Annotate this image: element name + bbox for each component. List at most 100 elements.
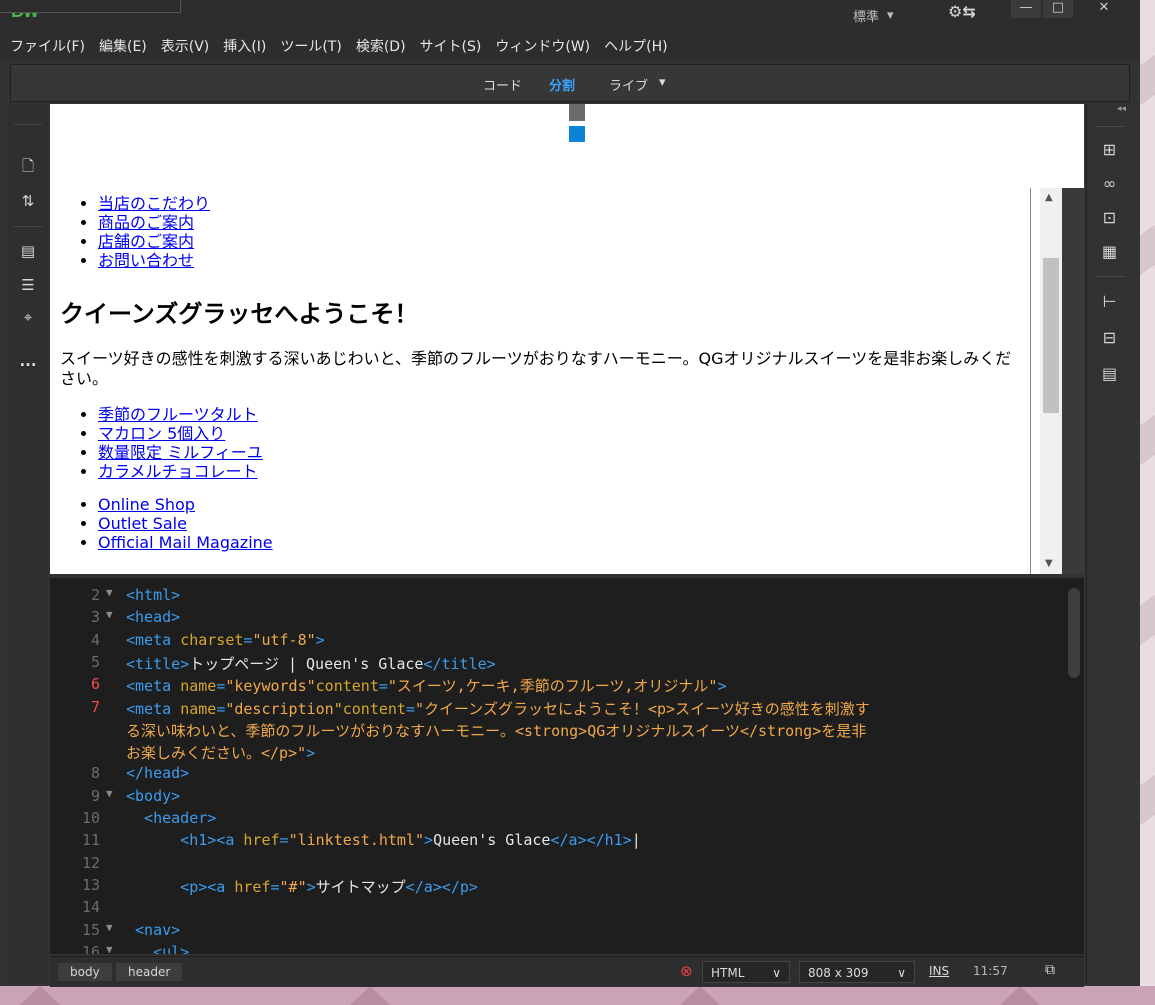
- code-token: </head>: [126, 764, 190, 783]
- code-line[interactable]: 14: [50, 898, 1060, 920]
- window-size-select[interactable]: 808 x 309 ∨: [799, 961, 915, 983]
- list-item[interactable]: 数量限定 ミルフィーユ: [98, 443, 1030, 462]
- live-dropdown-icon[interactable]: ▾: [659, 75, 666, 90]
- preview-icon[interactable]: ⧉: [1045, 962, 1055, 978]
- list-item[interactable]: マカロン 5個入り: [98, 424, 1030, 443]
- code-token: </a></h1>: [550, 831, 632, 850]
- sync-settings-icon[interactable]: ⚙⇆: [948, 2, 976, 21]
- menu-window[interactable]: ウィンドウ(W): [495, 36, 590, 56]
- list-item[interactable]: Online Shop: [98, 495, 1030, 514]
- code-line[interactable]: 9 ▼ <body>: [50, 787, 1060, 809]
- code-line[interactable]: お楽しみください。</p>">: [50, 742, 1060, 764]
- code-line[interactable]: 11 <h1><a href="linktest.html">Queen's G…: [50, 831, 1060, 853]
- code-view-pane[interactable]: 2 ▼ <html> 3 ▼ <head> 4 <meta charset="utf-8"> 5…: [50, 578, 1084, 954]
- scroll-down-icon[interactable]: ▼: [1045, 558, 1053, 569]
- code-line[interactable]: 7 <meta name="description"content="クイーンズグ…: [50, 698, 1060, 720]
- list-item[interactable]: Official Mail Magazine: [98, 533, 1030, 552]
- list-item[interactable]: 季節のフルーツタルト: [98, 405, 1030, 424]
- menu-tools[interactable]: ツール(T): [280, 36, 341, 56]
- code-line[interactable]: 3 ▼ <head>: [50, 608, 1060, 630]
- sort-icon[interactable]: ⇅: [8, 192, 48, 210]
- code-token: content: [342, 699, 406, 718]
- element-handle[interactable]: [569, 104, 585, 121]
- error-icon[interactable]: ⊗: [680, 962, 693, 980]
- code-line[interactable]: 5 <title>トップページ | Queen's Glace</title>: [50, 653, 1060, 675]
- menu-insert[interactable]: 挿入(I): [223, 36, 266, 56]
- insert-mode[interactable]: INS: [929, 964, 949, 978]
- product-list: 季節のフルーツタルト マカロン 5個入り 数量限定 ミルフィーユ カラメルチョコ…: [50, 405, 1030, 481]
- live-view-gutter: [1062, 188, 1084, 574]
- code-line[interactable]: 8 </head>: [50, 764, 1060, 786]
- collapse-icon[interactable]: ◂◂: [1087, 104, 1132, 114]
- code-line[interactable]: 6 <meta name="keywords"content="スイーツ,ケーキ,…: [50, 675, 1060, 697]
- code-line[interactable]: 10 <header>: [50, 809, 1060, 831]
- code-text: </head>: [126, 764, 189, 782]
- breadcrumb-header[interactable]: header: [116, 963, 183, 981]
- menu-help[interactable]: ヘルプ(H): [604, 36, 667, 56]
- code-line[interactable]: 4 <meta charset="utf-8">: [50, 631, 1060, 653]
- fold-toggle-icon[interactable]: ▼: [106, 586, 113, 599]
- line-number: 14: [81, 898, 100, 917]
- code-token: >: [306, 744, 316, 763]
- fold-toggle-icon[interactable]: ▼: [106, 921, 113, 934]
- workspace-label: 標準: [853, 9, 880, 25]
- code-line[interactable]: 15 ▼ <nav>: [50, 921, 1060, 943]
- breadcrumb-body[interactable]: body: [58, 963, 112, 981]
- desktop-pattern: [1140, 224, 1155, 276]
- element-handle-selected[interactable]: [569, 126, 585, 142]
- creative-cloud-icon[interactable]: ∞: [1087, 174, 1132, 193]
- code-line[interactable]: 2 ▼ <html>: [50, 586, 1060, 608]
- code-text: <html>: [126, 586, 180, 604]
- list-item[interactable]: 店舗のご案内: [98, 232, 1030, 251]
- menu-site[interactable]: サイト(S): [420, 36, 482, 56]
- list-item[interactable]: 商品のご案内: [98, 213, 1030, 232]
- menu-view[interactable]: 表示(V): [161, 36, 210, 56]
- split-view-button[interactable]: 分割: [549, 75, 575, 94]
- scrollbar-thumb[interactable]: [1043, 258, 1059, 413]
- sitemap-icon[interactable]: ⊞: [1087, 140, 1132, 159]
- menu-edit[interactable]: 編集(E): [99, 36, 147, 56]
- code-line[interactable]: 13 <p><a href="#">サイトマップ</a></p>: [50, 876, 1060, 898]
- code-token: href: [243, 831, 280, 850]
- code-text: る深い味わいと、季節のフルーツがおりなすハーモニー。<strong>QGオリジナ…: [126, 720, 866, 741]
- workspace-switcher[interactable]: 標準 ▾: [853, 3, 894, 27]
- css-designer-icon[interactable]: ▦: [1087, 242, 1132, 261]
- fold-toggle-icon[interactable]: ▼: [106, 608, 113, 621]
- list-item[interactable]: 当店のこだわり: [98, 194, 1030, 213]
- document-type-label: HTML: [711, 966, 745, 980]
- code-view-button[interactable]: コード: [483, 75, 522, 94]
- scroll-up-icon[interactable]: ▲: [1045, 192, 1053, 203]
- code-line[interactable]: る深い味わいと、季節のフルーツがおりなすハーモニー。<strong>QGオリジナ…: [50, 720, 1060, 742]
- code-token: "utf-8": [252, 630, 316, 649]
- fold-toggle-icon[interactable]: ▼: [106, 787, 113, 800]
- menu-file[interactable]: ファイル(F): [10, 36, 85, 56]
- list-item[interactable]: お問い合わせ: [98, 251, 1030, 270]
- menu-find[interactable]: 検索(D): [356, 36, 406, 56]
- minimize-button[interactable]: —: [1011, 0, 1041, 18]
- fold-toggle-icon[interactable]: ▼: [106, 943, 113, 954]
- insert-panel-icon[interactable]: ⊡: [1087, 208, 1132, 227]
- file-icon[interactable]: 🗋: [8, 156, 48, 181]
- code-scrollbar-thumb[interactable]: [1068, 588, 1080, 678]
- assets-icon[interactable]: ⊟: [1087, 328, 1132, 347]
- code-line[interactable]: 16 ▼ <ul>: [50, 943, 1060, 954]
- list-item[interactable]: カラメルチョコレート: [98, 462, 1030, 481]
- live-view-pane[interactable]: 当店のこだわり 商品のご案内 店舗のご案内 お問い合わせ クイーンズグラッセへよ…: [50, 104, 1084, 574]
- close-button[interactable]: ✕: [1080, 0, 1128, 18]
- code-token: <p><a: [126, 877, 235, 896]
- title-bar: Dw 標準 ▾ ⚙⇆ — □ ✕: [0, 0, 1140, 32]
- live-view-scrollbar[interactable]: ▲ ▼: [1040, 188, 1062, 574]
- list-item[interactable]: Outlet Sale: [98, 514, 1030, 533]
- code-token: </a></p>: [405, 877, 478, 896]
- code-token: =: [279, 831, 289, 850]
- snippets-icon[interactable]: ▤: [1087, 364, 1132, 383]
- target-icon[interactable]: ⌖: [8, 308, 48, 326]
- inspect-icon[interactable]: ▤: [8, 242, 48, 260]
- format-icon[interactable]: ☰: [8, 276, 48, 294]
- maximize-button[interactable]: □: [1043, 0, 1073, 18]
- more-icon[interactable]: ···: [8, 356, 48, 374]
- dom-icon[interactable]: ⊢: [1087, 292, 1132, 311]
- code-line[interactable]: 12: [50, 854, 1060, 876]
- live-view-button[interactable]: ライブ: [609, 75, 648, 94]
- document-type-select[interactable]: HTML ∨: [702, 961, 790, 983]
